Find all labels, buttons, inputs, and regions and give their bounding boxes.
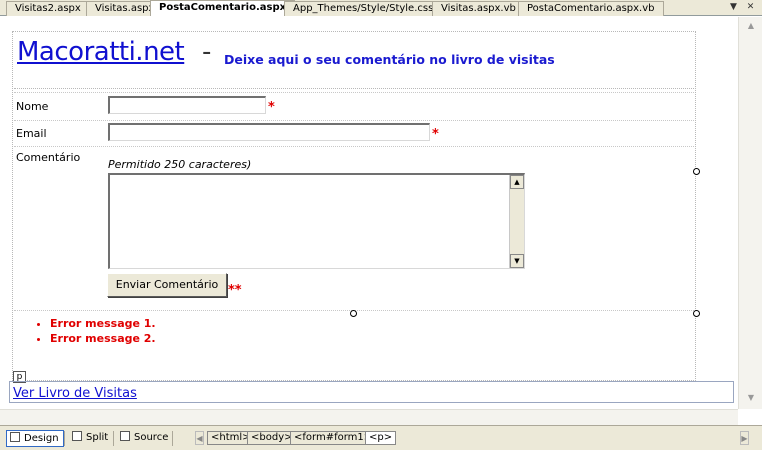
tab-visitas-aspx-vb[interactable]: Visitas.aspx.vb (432, 1, 525, 16)
name-label: Nome (16, 100, 49, 113)
header-dash: - (202, 37, 212, 67)
tab-style-css[interactable]: App_Themes/Style/Style.css (284, 1, 443, 16)
email-input[interactable] (108, 123, 430, 141)
page-header: Macoratti.net - Deixe aqui o seu comentá… (14, 35, 694, 89)
separator (113, 431, 114, 446)
split-view-button[interactable]: Split (69, 430, 112, 447)
table-row-divider (14, 120, 694, 121)
submit-comment-button[interactable]: Enviar Comentário (107, 273, 227, 297)
separator (172, 431, 173, 446)
site-logo[interactable]: Macoratti.net (17, 37, 185, 67)
error-message: Error message 1. (50, 316, 156, 331)
table-row-divider (14, 92, 694, 93)
source-label: Source (134, 432, 169, 443)
scroll-up-icon[interactable]: ▲ (744, 19, 758, 33)
tab-postacomentario-aspx-vb[interactable]: PostaComentario.aspx.vb (518, 1, 664, 16)
submit-required-marker: ** (228, 283, 242, 298)
close-icon[interactable]: ✕ (745, 2, 756, 13)
name-required-marker: * (268, 100, 275, 115)
validation-summary: Error message 1. Error message 2. (36, 316, 156, 346)
document-tab-bar: Visitas2.aspx Visitas.aspx PostaComentar… (0, 0, 762, 16)
tab-visitas2-aspx[interactable]: Visitas2.aspx (6, 1, 90, 16)
table-row-divider (14, 146, 694, 147)
breadcrumb-back-icon[interactable]: ◀ (195, 431, 204, 445)
breadcrumb-form[interactable]: <form#form1> (290, 431, 377, 445)
split-icon (72, 431, 82, 441)
resize-handle[interactable] (350, 310, 357, 317)
header-tagline: Deixe aqui o seu comentário no livro de … (224, 52, 555, 67)
textarea-scrollbar[interactable]: ▲ ▼ (509, 175, 524, 268)
scroll-up-icon[interactable]: ▲ (510, 175, 524, 189)
view-guestbook-link[interactable]: Ver Livro de Visitas (13, 386, 137, 401)
split-label: Split (86, 432, 109, 443)
design-icon (10, 432, 20, 442)
comment-textarea[interactable]: ▲ ▼ (108, 173, 525, 269)
breadcrumb-p[interactable]: <p> (365, 431, 397, 445)
tab-dropdown-icon[interactable]: ▼ (728, 2, 739, 13)
design-view-button[interactable]: Design (6, 430, 64, 447)
separator (64, 431, 65, 446)
email-required-marker: * (432, 127, 439, 142)
resize-handle[interactable] (693, 310, 700, 317)
view-toolbar: Design Split Source ◀ <html> <body> <for… (0, 425, 762, 450)
scroll-down-icon[interactable]: ▼ (510, 254, 524, 268)
name-input[interactable] (108, 96, 266, 114)
breadcrumb-forward-icon[interactable]: ▶ (740, 431, 749, 445)
scroll-down-icon[interactable]: ▼ (744, 391, 758, 405)
tab-postacomentario-aspx[interactable]: PostaComentario.aspx (150, 0, 296, 16)
comment-label: Comentário (16, 151, 81, 164)
source-view-button[interactable]: Source (117, 430, 172, 447)
email-label: Email (16, 127, 47, 140)
error-message: Error message 2. (50, 331, 156, 346)
vertical-scrollbar[interactable]: ▲ ▼ (738, 17, 762, 409)
horizontal-scrollbar[interactable] (0, 409, 738, 425)
comment-hint: Permitido 250 caracteres) (108, 158, 252, 171)
resize-handle[interactable] (693, 168, 700, 175)
source-icon (120, 431, 130, 441)
design-label: Design (24, 433, 59, 444)
